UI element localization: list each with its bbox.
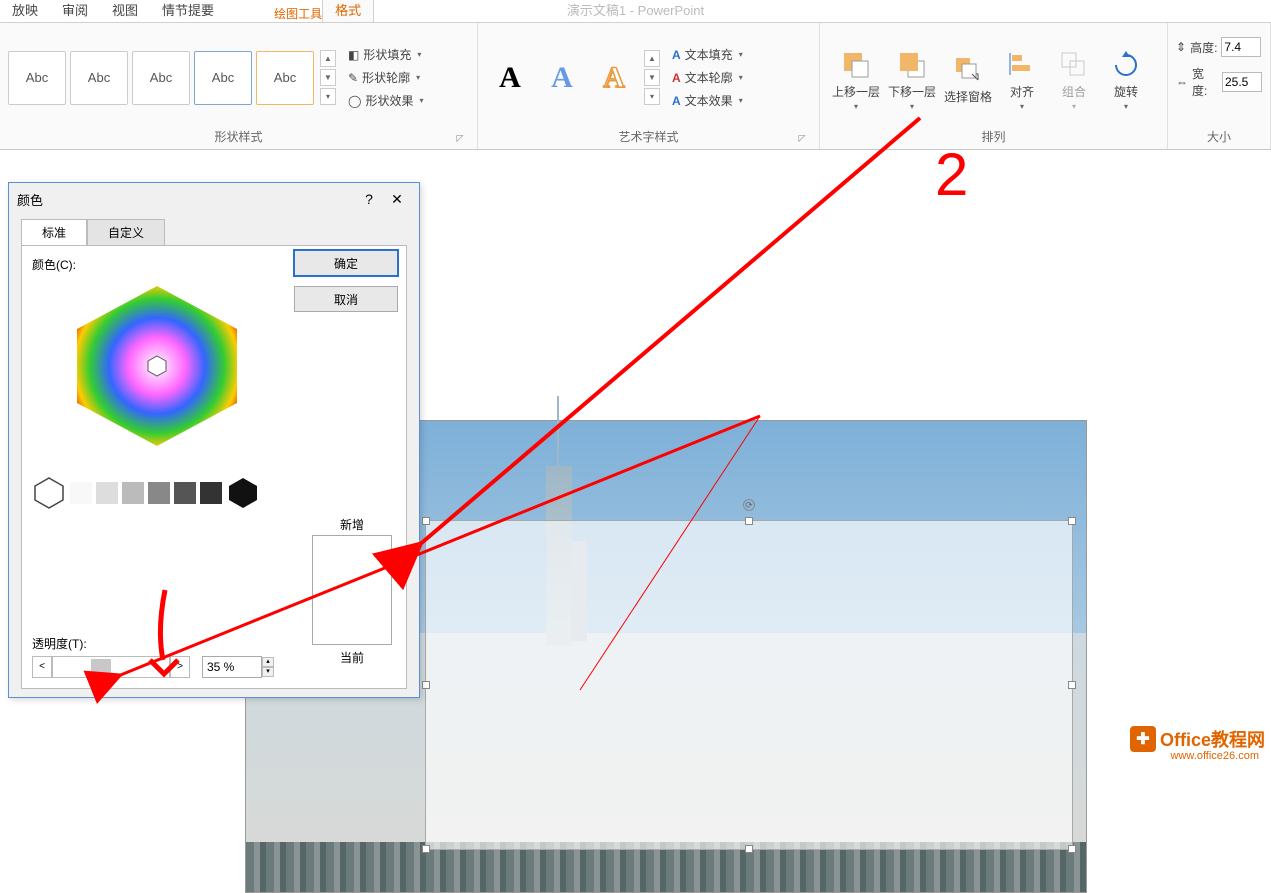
logo-icon: ✚ xyxy=(1130,726,1156,752)
effects-icon: ◯ xyxy=(348,94,361,108)
gallery-scroll: ▲ ▼ ▾ xyxy=(644,50,660,105)
shape-outline-button[interactable]: ✎形状轮廓▾ xyxy=(348,69,423,86)
gallery-more-button[interactable]: ▾ xyxy=(644,88,660,105)
bring-forward-button[interactable]: 上移一层▾ xyxy=(828,45,884,111)
preview-box xyxy=(312,535,392,645)
text-effects-button[interactable]: A文本效果▾ xyxy=(672,92,743,109)
close-button[interactable]: ✕ xyxy=(383,191,411,208)
bucket-icon: ◧ xyxy=(348,48,359,62)
selection-pane-button[interactable]: 选择窗格 xyxy=(940,50,996,105)
spin-down-button[interactable]: ▾ xyxy=(262,667,274,677)
group-icon xyxy=(1058,49,1090,81)
resize-handle[interactable] xyxy=(1068,845,1076,853)
tab-slideshow[interactable]: 放映 xyxy=(0,0,50,22)
height-icon: ⇕ xyxy=(1176,40,1186,54)
watermark: ✚ Office教程网 www.office26.com xyxy=(1130,726,1265,752)
help-button[interactable]: ? xyxy=(355,191,383,207)
rotate-icon xyxy=(1110,49,1142,81)
gallery-up-button[interactable]: ▲ xyxy=(644,50,660,67)
gallery-down-button[interactable]: ▼ xyxy=(320,69,336,86)
dialog-title: 颜色 xyxy=(17,190,43,209)
ok-button[interactable]: 确定 xyxy=(294,250,398,276)
shape-fill-button[interactable]: ◧形状填充▾ xyxy=(348,46,423,63)
shape-style-preset[interactable]: Abc xyxy=(8,51,66,105)
selection-pane-icon xyxy=(952,54,984,86)
contextual-tab-label: 绘图工具 xyxy=(274,5,322,22)
width-label: 宽度: xyxy=(1192,65,1218,99)
align-icon xyxy=(1006,49,1038,81)
align-button[interactable]: 对齐▾ xyxy=(996,45,1048,111)
resize-handle[interactable] xyxy=(1068,681,1076,689)
text-fill-icon: A xyxy=(672,48,681,62)
text-outline-button[interactable]: A文本轮廓▾ xyxy=(672,69,743,86)
gallery-more-button[interactable]: ▾ xyxy=(320,88,336,105)
text-fill-button[interactable]: A文本填充▾ xyxy=(672,46,743,63)
shape-style-preset[interactable]: Abc xyxy=(194,51,252,105)
spin-up-button[interactable]: ▴ xyxy=(262,657,274,667)
slider-right-button[interactable]: > xyxy=(170,656,190,678)
pen-icon: ✎ xyxy=(348,71,358,85)
dialog-launcher-icon[interactable]: ◸ xyxy=(453,131,467,145)
slider-left-button[interactable]: < xyxy=(32,656,52,678)
shape-style-preset[interactable]: Abc xyxy=(70,51,128,105)
ribbon-tab-strip: 放映 审阅 视图 情节提要 绘图工具 格式 xyxy=(0,0,374,22)
tab-review[interactable]: 审阅 xyxy=(50,0,100,22)
group-button[interactable]: 组合▾ xyxy=(1048,45,1100,111)
ribbon: Abc Abc Abc Abc Abc ▲ ▼ ▾ ◧形状填充▾ ✎形状轮廓▾ … xyxy=(0,22,1271,150)
transparency-input[interactable] xyxy=(202,656,262,678)
resize-handle[interactable] xyxy=(745,517,753,525)
resize-handle[interactable] xyxy=(422,845,430,853)
dialog-launcher-icon[interactable]: ◸ xyxy=(795,131,809,145)
resize-handle[interactable] xyxy=(422,517,430,525)
preview-area: 新增 当前 xyxy=(306,516,398,666)
group-label-shape-styles: 形状样式 xyxy=(8,126,469,147)
tab-format[interactable]: 格式 xyxy=(322,0,374,22)
group-label-wordart-styles: 艺术字样式 xyxy=(486,126,811,147)
shape-effects-button[interactable]: ◯形状效果▾ xyxy=(348,92,423,109)
dialog-titlebar[interactable]: 颜色 ? ✕ xyxy=(9,183,419,215)
gallery-scroll: ▲ ▼ ▾ xyxy=(320,50,336,105)
tab-custom[interactable]: 自定义 xyxy=(87,219,165,246)
cancel-button[interactable]: 取消 xyxy=(294,286,398,312)
tab-standard[interactable]: 标准 xyxy=(21,219,87,246)
resize-handle[interactable] xyxy=(1068,517,1076,525)
shape-style-preset[interactable]: Abc xyxy=(132,51,190,105)
rotate-button[interactable]: 旋转▾ xyxy=(1100,45,1152,111)
selected-shape[interactable]: ⟳ xyxy=(425,520,1073,850)
slider-thumb[interactable] xyxy=(91,659,111,675)
bring-forward-icon xyxy=(840,49,872,81)
height-label: 高度: xyxy=(1190,39,1217,56)
text-outline-icon: A xyxy=(672,71,681,85)
shape-style-preset[interactable]: Abc xyxy=(256,51,314,105)
width-icon: ⇔ xyxy=(1176,75,1188,89)
current-label: 当前 xyxy=(306,649,398,666)
transparency-slider[interactable] xyxy=(52,656,170,678)
wordart-style-preset[interactable]: A xyxy=(486,51,534,105)
send-backward-button[interactable]: 下移一层▾ xyxy=(884,45,940,111)
text-effects-icon: A xyxy=(672,94,681,108)
resize-handle[interactable] xyxy=(422,681,430,689)
resize-handle[interactable] xyxy=(745,845,753,853)
rotate-handle[interactable]: ⟳ xyxy=(743,499,755,511)
gallery-up-button[interactable]: ▲ xyxy=(320,50,336,67)
new-label: 新增 xyxy=(306,516,398,533)
wordart-style-preset[interactable]: A xyxy=(538,51,586,105)
height-input[interactable] xyxy=(1221,37,1261,57)
grayscale-row[interactable] xyxy=(32,476,396,510)
group-label-size: 大小 xyxy=(1176,126,1262,147)
send-backward-icon xyxy=(896,49,928,81)
width-input[interactable] xyxy=(1222,72,1262,92)
tab-storyline[interactable]: 情节提要 xyxy=(150,0,226,22)
color-dialog: 颜色 ? ✕ 标准 自定义 确定 取消 颜色(C): xyxy=(8,182,420,698)
gallery-down-button[interactable]: ▼ xyxy=(644,69,660,86)
group-label-arrange: 排列 xyxy=(828,126,1159,147)
tab-view[interactable]: 视图 xyxy=(100,0,150,22)
transparency-label: 透明度(T): xyxy=(32,635,286,652)
wordart-style-preset[interactable]: A xyxy=(590,51,638,105)
